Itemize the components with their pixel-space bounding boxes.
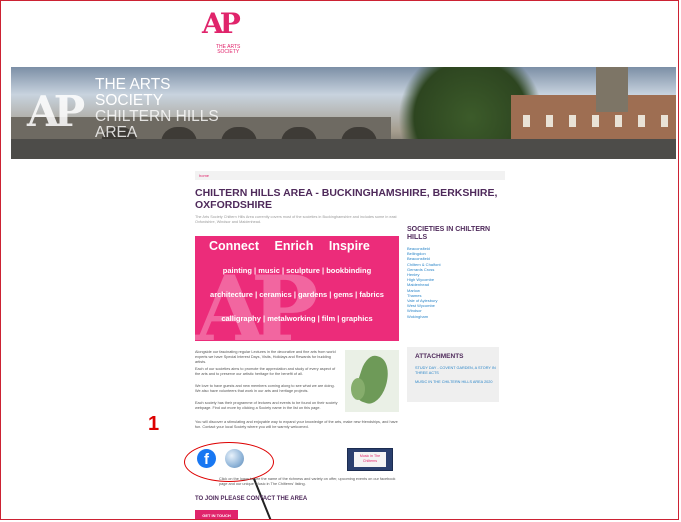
sidebar-title: SOCIETIES IN CHILTERN HILLS bbox=[407, 226, 491, 241]
banner-line: calligraphy | metalworking | film | grap… bbox=[221, 314, 373, 323]
body-paragraph: Each society has their programme of lect… bbox=[195, 401, 338, 410]
attachment-link[interactable]: MUSIC IN THE CHILTERN HILLS AREA 2020 bbox=[415, 380, 497, 385]
intro-text: The Arts Society Chiltern Hills Area cur… bbox=[195, 215, 397, 224]
attachment-link[interactable]: STUDY DAY - COVENT GARDEN, A STORY IN TH… bbox=[415, 366, 497, 376]
hero-banner: AP THE ARTS SOCIETY CHILTERN HILLS AREA bbox=[11, 67, 676, 159]
banner-line: architecture | ceramics | gardens | gems… bbox=[210, 290, 384, 299]
annotation-circle bbox=[184, 442, 274, 482]
get-in-touch-button[interactable]: GET IN TOUCH bbox=[195, 510, 238, 519]
music-in-the-chilterns-poster[interactable]: Music in The Chilterns bbox=[347, 448, 393, 471]
banner-word: Enrich bbox=[274, 239, 314, 253]
banner-line: painting | music | sculpture | bookbindi… bbox=[222, 266, 372, 275]
hero-title: THE ARTS SOCIETY CHILTERN HILLS AREA bbox=[95, 76, 219, 141]
body-paragraph: Each of our societies aims to promote th… bbox=[195, 367, 336, 376]
body-paragraph: We love to have guests and new members c… bbox=[195, 384, 335, 393]
page-title: CHILTERN HILLS AREA - BUCKINGHAMSHIRE, B… bbox=[195, 187, 498, 211]
river-shape bbox=[11, 139, 676, 159]
banner-word: Inspire bbox=[328, 239, 370, 253]
society-list: Beaconsfield Bellingdon Beaconsfield Chi… bbox=[407, 246, 507, 319]
welcome-text: You will discover a stimulating and enjo… bbox=[195, 420, 398, 429]
attachments-panel: ATTACHMENTS STUDY DAY - COVENT GARDEN, A… bbox=[407, 347, 499, 402]
church-tower-shape bbox=[596, 67, 628, 112]
banner-word: Connect bbox=[209, 239, 259, 253]
body-paragraph: Alongside our fascinating regular Lectur… bbox=[195, 350, 336, 364]
logos-caption: Click on the logos to see the name of th… bbox=[219, 477, 396, 486]
logo-mark: AP bbox=[202, 7, 241, 40]
join-heading: TO JOIN PLEASE CONTACT THE AREA bbox=[195, 496, 308, 502]
annotation-number: 1 bbox=[148, 413, 160, 435]
site-logo[interactable]: AP THE ARTS SOCIETY bbox=[196, 7, 256, 63]
area-map-image bbox=[345, 350, 399, 412]
hero-logo-mark: AP bbox=[27, 87, 85, 136]
screenshot-frame: AP THE ARTS SOCIETY AP THE ARTS SOCIETY … bbox=[0, 0, 679, 520]
logo-text-line: SOCIETY bbox=[217, 49, 240, 55]
society-link[interactable]: Wokingham bbox=[407, 314, 507, 319]
attachments-title: ATTACHMENTS bbox=[415, 353, 464, 360]
connect-enrich-inspire-banner: AP Connect Enrich Inspire painting | mus… bbox=[195, 236, 399, 341]
breadcrumb[interactable]: home bbox=[195, 171, 505, 180]
